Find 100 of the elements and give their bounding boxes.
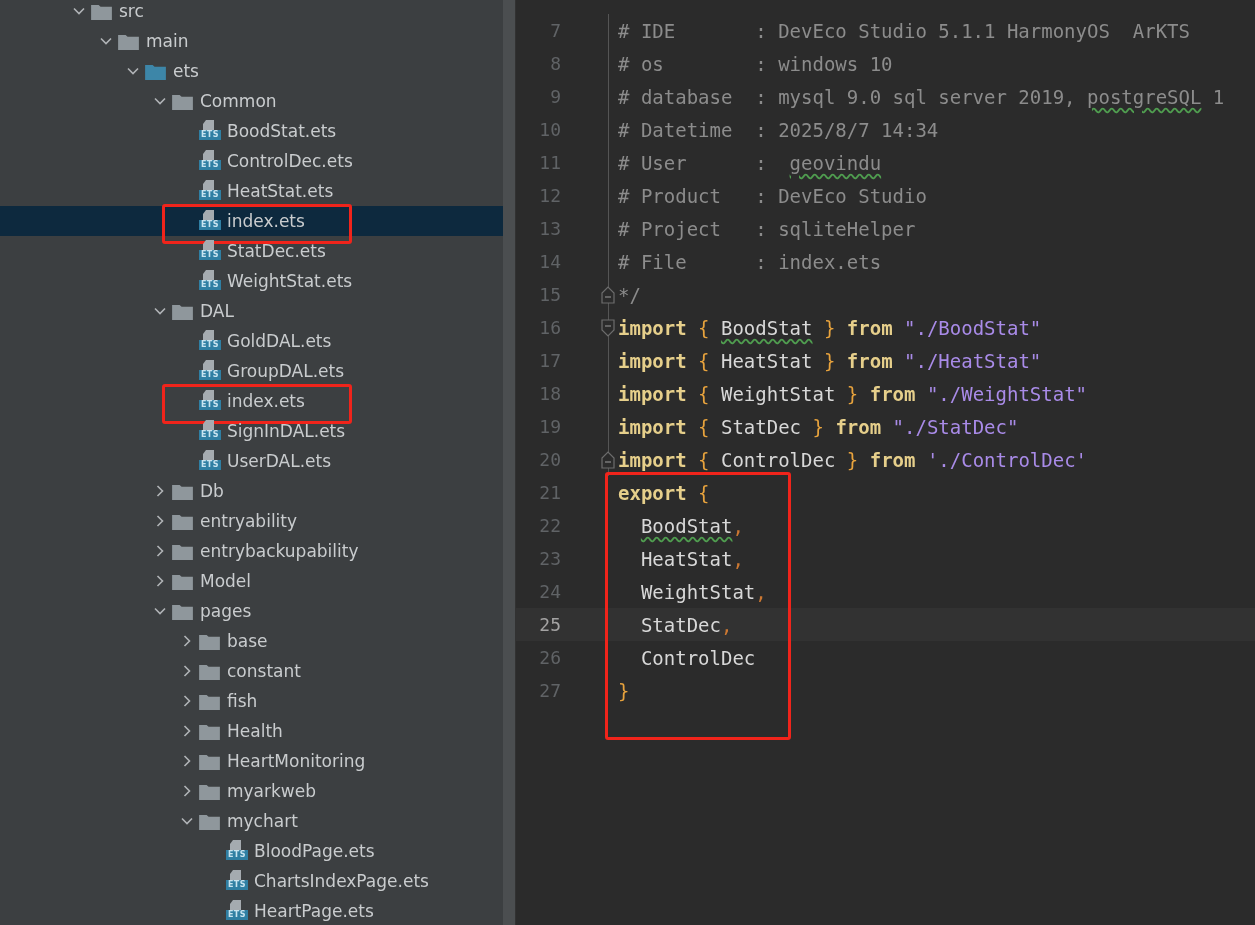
tree-row[interactable]: ETS BoodStat.ets	[0, 116, 503, 146]
tree-row[interactable]: ETS BloodPage.ets	[0, 836, 503, 866]
tree-item-label: src	[119, 1, 144, 21]
tree-item-label: entryability	[200, 511, 298, 531]
tree-item-label: entrybackupability	[200, 541, 359, 561]
line-number: 20	[538, 449, 561, 470]
tree-row[interactable]: HeartMonitoring	[0, 746, 503, 776]
tree-row[interactable]: myarkweb	[0, 776, 503, 806]
line-number: 22	[538, 515, 561, 536]
folder-icon	[199, 632, 220, 650]
tree-row[interactable]: Common	[0, 86, 503, 116]
tree-row[interactable]: base	[0, 626, 503, 656]
tree-item-label: SignInDAL.ets	[227, 421, 346, 441]
tree-item-label: fish	[227, 691, 258, 711]
tree-item-label: index.ets	[227, 391, 305, 411]
tree-item-label: myarkweb	[227, 781, 317, 801]
tree-item-label: ControlDec.ets	[227, 151, 353, 171]
tree-item-label: Common	[200, 91, 277, 111]
tree-item-label: base	[227, 631, 268, 651]
folder-icon	[199, 692, 220, 710]
folder-icon	[172, 482, 193, 500]
tree-row[interactable]: ETS WeightStat.ets	[0, 266, 503, 296]
code-line: ControlDec	[639, 646, 756, 669]
tree-item-label: mychart	[227, 811, 298, 831]
line-number: 23	[538, 548, 561, 569]
line-number: 27	[538, 680, 561, 701]
tree-row[interactable]: ETS SignInDAL.ets	[0, 416, 503, 446]
fold-icon[interactable]	[600, 285, 616, 304]
line-number: 15	[538, 284, 561, 305]
tree-row[interactable]: ETS HeatStat.ets	[0, 176, 503, 206]
code-line: import { WeightStat } from "./WeightStat"	[618, 382, 1088, 405]
tree-item-label: main	[146, 31, 189, 51]
line-number: 19	[538, 416, 561, 437]
line-number: 13	[538, 218, 561, 239]
tree-item-label: HeartMonitoring	[227, 751, 366, 771]
tree-row[interactable]: ETS GroupDAL.ets	[0, 356, 503, 386]
folder-icon	[172, 572, 193, 590]
tree-item-label: BoodStat.ets	[227, 121, 337, 141]
tree-row[interactable]: ets	[0, 56, 503, 86]
tree-item-label: WeightStat.ets	[227, 271, 353, 291]
code-line: export {	[618, 481, 710, 504]
folder-icon	[199, 722, 220, 740]
folder-icon	[172, 542, 193, 560]
fold-icon[interactable]	[600, 318, 616, 337]
folder-icon	[118, 32, 139, 50]
tree-row[interactable]: fish	[0, 686, 503, 716]
tree-row[interactable]: ETS HeartPage.ets	[0, 896, 503, 925]
tree-row[interactable]: ETS ControlDec.ets	[0, 146, 503, 176]
tree-row[interactable]: entryability	[0, 506, 503, 536]
code-line: # Project : sqliteHelper	[618, 217, 916, 240]
line-number: 24	[538, 581, 561, 602]
line-number: 8	[549, 53, 561, 74]
folder-icon	[199, 752, 220, 770]
tree-item-label: Model	[200, 571, 252, 591]
line-number: 10	[538, 119, 561, 140]
tree-item-label: UserDAL.ets	[227, 451, 332, 471]
code-line: # Datetime : 2025/8/7 14:34	[618, 118, 939, 141]
code-line: StatDec,	[639, 613, 733, 636]
code-line: # IDE : DevEco Studio 5.1.1 HarmonyOS ArKTS	[618, 19, 1190, 42]
line-number: 14	[538, 251, 561, 272]
tree-item-label: HeartPage.ets	[254, 901, 374, 921]
tree-item-label: DAL	[200, 301, 234, 321]
tree-item-label: HeatStat.ets	[227, 181, 334, 201]
fold-icon[interactable]	[600, 450, 616, 469]
tree-row[interactable]: constant	[0, 656, 503, 686]
code-line: BoodStat,	[639, 514, 744, 537]
folder-icon	[91, 2, 112, 20]
tree-row[interactable]: ETS UserDAL.ets	[0, 446, 503, 476]
tree-item-label: GoldDAL.ets	[227, 331, 332, 351]
tree-item-label: Health	[227, 721, 283, 741]
line-number: 16	[538, 317, 561, 338]
tree-row[interactable]: entrybackupability	[0, 536, 503, 566]
code-line: WeightStat,	[639, 580, 767, 603]
tree-row[interactable]: Db	[0, 476, 503, 506]
tree-item-label: index.ets	[227, 211, 305, 231]
tree-row[interactable]: Model	[0, 566, 503, 596]
tree-item-label: GroupDAL.ets	[227, 361, 345, 381]
code-line: HeatStat,	[639, 547, 744, 570]
tree-row[interactable]: mychart	[0, 806, 503, 836]
folder-icon	[172, 602, 193, 620]
code-line: import { StatDec } from "./StatDec"	[618, 415, 1019, 438]
line-number: 11	[538, 152, 561, 173]
tree-item-label: constant	[227, 661, 301, 681]
tree-row[interactable]: Health	[0, 716, 503, 746]
line-number: 17	[538, 350, 561, 371]
code-line: }	[618, 679, 630, 702]
tree-row[interactable]: ETS StatDec.ets	[0, 236, 503, 266]
folder-icon	[199, 662, 220, 680]
tree-row[interactable]: DAL	[0, 296, 503, 326]
tree-row[interactable]: pages	[0, 596, 503, 626]
tree-row[interactable]: ETS ChartsIndexPage.ets	[0, 866, 503, 896]
tree-item-label: ets	[173, 61, 199, 81]
scrollbar[interactable]	[503, 0, 515, 925]
tree-item-label: BloodPage.ets	[254, 841, 375, 861]
tree-row[interactable]: ETS index.ets	[0, 386, 503, 416]
tree-row[interactable]: main	[0, 26, 503, 56]
folder-icon	[172, 92, 193, 110]
tree-row[interactable]: ETS GoldDAL.ets	[0, 326, 503, 356]
tree-row[interactable]: ETS index.ets	[0, 206, 503, 236]
tree-row[interactable]: src	[0, 0, 503, 26]
